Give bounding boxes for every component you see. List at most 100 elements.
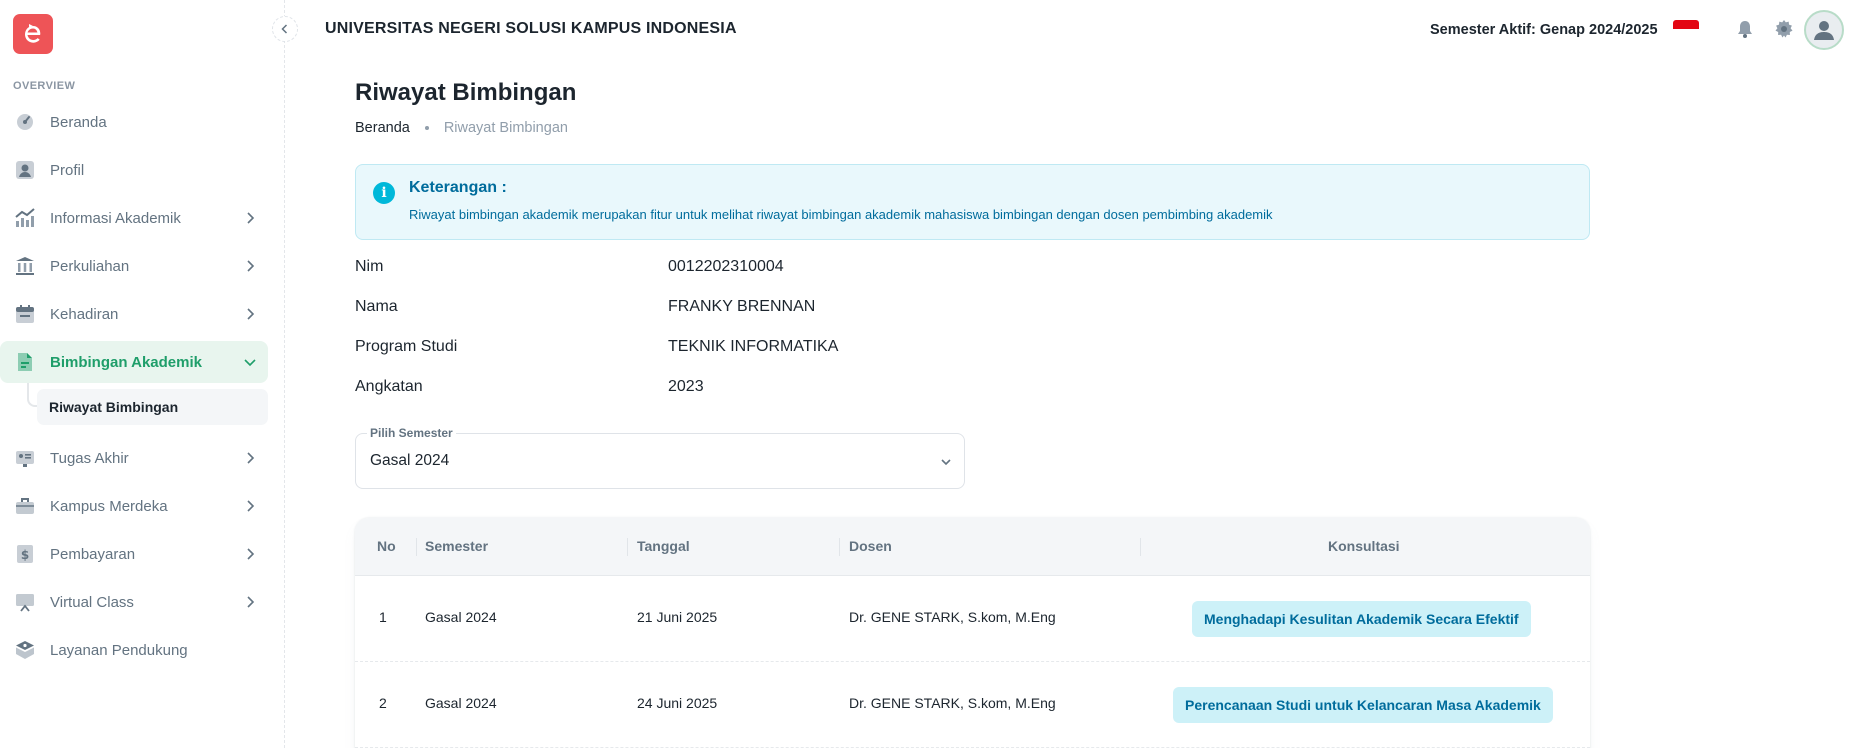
cell-dosen: Dr. GENE STARK, S.kom, M.Eng (849, 695, 1056, 711)
info-label: Angkatan (355, 378, 423, 395)
sidebar-item-label: Kampus Merdeka (50, 497, 168, 515)
breadcrumb-current: Riwayat Bimbingan (443, 120, 568, 136)
sidebar-item-perkuliahan[interactable]: Perkuliahan (0, 245, 268, 287)
calendar-icon (14, 303, 36, 325)
cell-no: 2 (379, 695, 387, 711)
column-divider (416, 538, 417, 556)
sidebar-item-tugas-akhir[interactable]: Tugas Akhir (0, 437, 268, 479)
user-avatar-button[interactable] (1804, 10, 1844, 50)
sidebar-item-beranda[interactable]: Beranda (0, 101, 268, 143)
id-card-icon (14, 447, 36, 469)
column-divider (839, 538, 840, 556)
info-value: TEKNIK INFORMATIKA (668, 338, 839, 355)
settings-button[interactable] (1773, 18, 1795, 40)
info-alert: i Keterangan : Riwayat bimbingan akademi… (355, 164, 1590, 240)
student-info-row: Nim 0012202310004 (355, 258, 1155, 282)
sidebar-item-label: Layanan Pendukung (50, 641, 188, 659)
chevron-right-icon (247, 500, 255, 512)
cell-semester: Gasal 2024 (425, 695, 497, 711)
column-header-semester: Semester (425, 538, 489, 554)
column-header-no: No (377, 538, 396, 554)
sidebar-item-bimbingan-akademik[interactable]: Bimbingan Akademik (0, 341, 268, 383)
support-box-icon (14, 639, 36, 661)
chevron-down-icon (244, 359, 256, 367)
info-value: 2023 (668, 378, 704, 395)
language-flag-indonesia[interactable] (1673, 20, 1699, 38)
sidebar-item-profil[interactable]: Profil (0, 149, 268, 191)
sidebar-item-label: Informasi Akademik (50, 209, 181, 227)
sidebar-collapse-button[interactable] (272, 16, 298, 42)
sidebar-item-pembayaran[interactable]: $ Pembayaran (0, 533, 268, 575)
notification-bell-button[interactable] (1734, 18, 1756, 40)
logo-e-icon (25, 24, 41, 43)
cell-no: 1 (379, 609, 387, 625)
column-header-dosen: Dosen (849, 538, 892, 554)
analytics-chart-icon (14, 207, 36, 229)
info-label: Nim (355, 258, 384, 275)
flag-red-band (1673, 20, 1699, 29)
cell-tanggal: 24 Juni 2025 (637, 695, 718, 711)
sidebar-item-label: Bimbingan Akademik (50, 353, 202, 371)
student-info-row: Angkatan 2023 (355, 378, 1155, 402)
bimbingan-table: No Semester Tanggal Dosen Konsultasi 1 G… (355, 518, 1590, 748)
sidebar-subitem-riwayat-bimbingan[interactable]: Riwayat Bimbingan (37, 389, 268, 425)
column-header-tanggal: Tanggal (637, 538, 690, 554)
semester-select[interactable]: Pilih Semester Gasal 2024 (355, 426, 965, 489)
table-header: No Semester Tanggal Dosen Konsultasi (355, 518, 1590, 576)
alert-description: Riwayat bimbingan akademik merupakan fit… (409, 207, 1273, 222)
app-logo[interactable] (13, 14, 53, 54)
konsultasi-chip[interactable]: Menghadapi Kesulitan Akademik Secara Efe… (1192, 601, 1531, 637)
table-row: 2 Gasal 2024 24 Juni 2025 Dr. GENE STARK… (355, 662, 1590, 748)
student-info-row: Nama FRANKY BRENNAN (355, 298, 1155, 322)
top-header: UNIVERSITAS NEGERI SOLUSI KAMPUS INDONES… (285, 0, 1857, 60)
sidebar-item-label: Pembayaran (50, 545, 136, 563)
table-row: 1 Gasal 2024 21 Juni 2025 Dr. GENE STARK… (355, 576, 1590, 662)
student-info-row: Program Studi TEKNIK INFORMATIKA (355, 338, 1155, 362)
chevron-right-icon (247, 212, 255, 224)
sidebar-item-informasi-akademik[interactable]: Informasi Akademik (0, 197, 268, 239)
info-icon: i (373, 182, 395, 204)
sidebar-item-label: Virtual Class (50, 593, 134, 611)
breadcrumb: Beranda Riwayat Bimbingan (355, 120, 568, 136)
presentation-board-icon (14, 591, 36, 613)
column-header-konsultasi: Konsultasi (1328, 538, 1400, 554)
user-avatar-icon (1814, 21, 1834, 40)
info-label: Program Studi (355, 338, 458, 355)
sidebar-item-label: Perkuliahan (50, 257, 130, 275)
gear-icon (1775, 20, 1793, 38)
bell-icon (1738, 21, 1752, 38)
chevron-right-icon (247, 260, 255, 272)
breadcrumb-link-beranda[interactable]: Beranda (355, 120, 410, 136)
sidebar: OVERVIEW Beranda Profil Informasi Akadem… (0, 0, 285, 748)
sidebar-item-kehadiran[interactable]: Kehadiran (0, 293, 268, 335)
sidebar-item-virtual-class[interactable]: Virtual Class (0, 581, 268, 623)
flag-white-band (1673, 29, 1699, 38)
sidebar-submenu: Riwayat Bimbingan (0, 383, 285, 427)
dashboard-gauge-icon (14, 111, 36, 133)
chevron-right-icon (247, 452, 255, 464)
chevron-down-icon (941, 459, 951, 466)
sidebar-item-label: Kehadiran (50, 305, 119, 323)
sidebar-item-layanan-pendukung[interactable]: Layanan Pendukung (0, 629, 268, 671)
sidebar-nav: Beranda Profil Informasi Akademik Perkul… (0, 101, 285, 677)
university-name: UNIVERSITAS NEGERI SOLUSI KAMPUS INDONES… (325, 20, 737, 37)
chevron-left-icon (281, 24, 288, 34)
page-title: Riwayat Bimbingan (355, 79, 577, 106)
konsultasi-chip[interactable]: Perencanaan Studi untuk Kelancaran Masa … (1173, 687, 1553, 723)
document-file-icon (14, 351, 36, 373)
cell-semester: Gasal 2024 (425, 609, 497, 625)
institution-building-icon (14, 255, 36, 277)
chevron-right-icon (247, 548, 255, 560)
briefcase-icon (14, 495, 36, 517)
info-value: FRANKY BRENNAN (668, 298, 816, 315)
alert-title: Keterangan : (409, 179, 507, 196)
cell-dosen: Dr. GENE STARK, S.kom, M.Eng (849, 609, 1056, 625)
sidebar-section-overview: OVERVIEW (13, 80, 76, 92)
semester-select-value: Gasal 2024 (370, 452, 450, 469)
svg-text:$: $ (21, 548, 29, 562)
sidebar-item-kampus-merdeka[interactable]: Kampus Merdeka (0, 485, 268, 527)
user-profile-icon (14, 159, 36, 181)
info-value: 0012202310004 (668, 258, 784, 275)
sidebar-subitem-label: Riwayat Bimbingan (49, 399, 179, 415)
column-divider (1140, 538, 1141, 556)
